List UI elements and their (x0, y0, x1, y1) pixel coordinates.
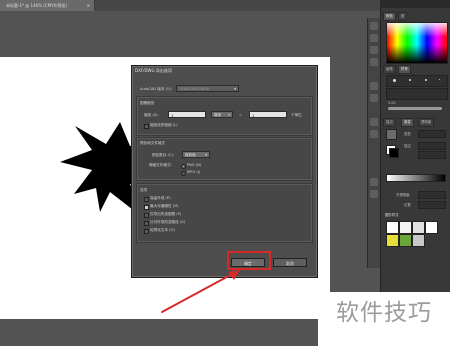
png-label: PNG (N) (187, 163, 202, 167)
panel-icon[interactable] (370, 178, 378, 186)
panel-icon[interactable] (370, 82, 378, 90)
document-tab[interactable]: 未标题-1* @ 146% (CMYK/预览) × (0, 0, 95, 11)
document-tab-title: 未标题-1* @ 146% (CMYK/预览) (6, 3, 68, 8)
chevron-down-icon: ▾ (234, 87, 236, 91)
gradient-slider[interactable] (386, 174, 446, 182)
brush-dot[interactable] (393, 79, 396, 82)
scale-group-title: 图稿缩放 (140, 101, 155, 105)
options-group-title: 选项 (140, 188, 148, 192)
version-label: AutoCAD 版本 (V)： (140, 87, 175, 91)
location-field[interactable] (418, 201, 446, 209)
jpeg-label: JPEG (J) (187, 170, 201, 174)
raster-format-label: 栅格文件格式： (149, 163, 175, 167)
brush-dot[interactable] (409, 79, 411, 81)
panel-icon[interactable] (370, 130, 378, 138)
chevron-down-icon: ▾ (228, 113, 230, 117)
graphic-styles-title: 图形样式 (385, 213, 399, 217)
close-icon[interactable]: × (87, 0, 90, 11)
equals-sign: = (239, 113, 243, 117)
brush-row[interactable] (386, 88, 448, 100)
watermark-text: 软件技巧 (336, 300, 432, 326)
brush-stroke[interactable] (388, 107, 442, 110)
opacity-label: 不透明度 (396, 193, 410, 197)
scale-line-weight-label: 缩放线条粗细 (L) (150, 123, 178, 127)
style-thumbnail[interactable] (425, 221, 438, 234)
max-editability-checkbox[interactable] (144, 205, 149, 210)
png-radio[interactable] (181, 164, 186, 169)
panel-header-strip (380, 0, 450, 8)
tab-symbols[interactable]: 符号 (398, 65, 411, 74)
version-select[interactable]: 2004/2005/2006 ▾ (176, 85, 239, 92)
brush-dot[interactable] (439, 79, 440, 80)
outline-text-checkbox[interactable] (144, 229, 149, 234)
tab-brushes[interactable]: 画笔 (383, 65, 396, 74)
color-count-select[interactable]: 真彩色 ▾ (182, 151, 210, 158)
style-thumbnail[interactable] (386, 234, 399, 247)
gradient-type-select[interactable] (418, 130, 446, 138)
panel-icon[interactable] (370, 94, 378, 102)
tab-color[interactable]: 颜色 (383, 12, 396, 21)
dxf-export-dialog: DXF/DWG 导出选项 AutoCAD 版本 (V)： 2004/2005/2… (131, 65, 318, 278)
color-count-label: 颜色数目 (C)： (152, 153, 177, 157)
panel-icon[interactable] (370, 22, 378, 30)
tab-stroke[interactable]: 描边 (383, 118, 396, 127)
option-label: 仅导出所选图稿 (E) (150, 212, 182, 216)
brush-row[interactable] (386, 75, 448, 87)
style-thumbnail[interactable] (412, 234, 425, 247)
tab-gradient[interactable]: 渐变 (401, 118, 414, 127)
brush-dot[interactable] (425, 79, 427, 81)
color-spectrum[interactable] (386, 22, 448, 64)
panel-dock (367, 18, 380, 268)
annotation-arrow (161, 270, 240, 313)
unit-value: 毫米 (214, 113, 222, 117)
unit-result-label: 个单位 (291, 113, 302, 117)
version-value: 2004/2005/2006 (179, 87, 209, 91)
cancel-button[interactable]: 取消 (273, 258, 307, 267)
panel-icon[interactable] (370, 58, 378, 66)
scale-label: 缩放 (S)： (144, 113, 162, 117)
option-label: 轮廓化文本 (O) (150, 228, 175, 232)
scale-line-weight-checkbox[interactable] (144, 124, 149, 129)
preserve-appearance-checkbox[interactable] (144, 197, 149, 202)
dialog-title: DXF/DWG 导出选项 (135, 68, 172, 73)
color-count-value: 真彩色 (185, 153, 196, 157)
location-label: 位置 (404, 203, 411, 207)
stroke-field[interactable] (418, 142, 446, 150)
tab-transparency[interactable]: 透明度 (418, 118, 435, 127)
chevron-down-icon: ▾ (205, 153, 207, 157)
unit-result-input[interactable]: 1 (249, 111, 287, 118)
tab-color-guide[interactable]: 颜 (398, 12, 408, 21)
style-thumbnail[interactable] (399, 221, 412, 234)
angle-field[interactable] (418, 151, 446, 159)
option-label: 保留外观 (P) (150, 196, 171, 200)
panel-icon[interactable] (370, 118, 378, 126)
stroke-label: 描边 (404, 144, 411, 148)
scale-input[interactable]: 1 (168, 111, 206, 118)
brush-size-value: 5.00 (388, 101, 396, 105)
option-label: 最大可编辑性 (M) (150, 204, 179, 208)
unit-select[interactable]: 毫米 ▾ (211, 111, 233, 118)
style-thumbnail[interactable] (386, 221, 399, 234)
gradient-type-label: 类型 (404, 132, 411, 136)
tab-strip (95, 0, 380, 11)
opacity-field[interactable] (418, 191, 446, 199)
alter-paths-checkbox[interactable] (144, 221, 149, 226)
panel-icon[interactable] (370, 34, 378, 42)
export-selected-checkbox[interactable] (144, 213, 149, 218)
panel-icon[interactable] (370, 46, 378, 54)
style-thumbnail[interactable] (399, 234, 412, 247)
option-label: 针对外观改变路径 (A) (150, 220, 186, 224)
style-thumbnail[interactable] (412, 221, 425, 234)
panel-icon[interactable] (370, 190, 378, 198)
gradient-swatch[interactable] (386, 129, 397, 140)
stroke-swatch[interactable] (389, 148, 399, 158)
jpeg-radio[interactable] (181, 171, 186, 176)
color-group-title: 颜色和文件格式 (140, 141, 166, 145)
